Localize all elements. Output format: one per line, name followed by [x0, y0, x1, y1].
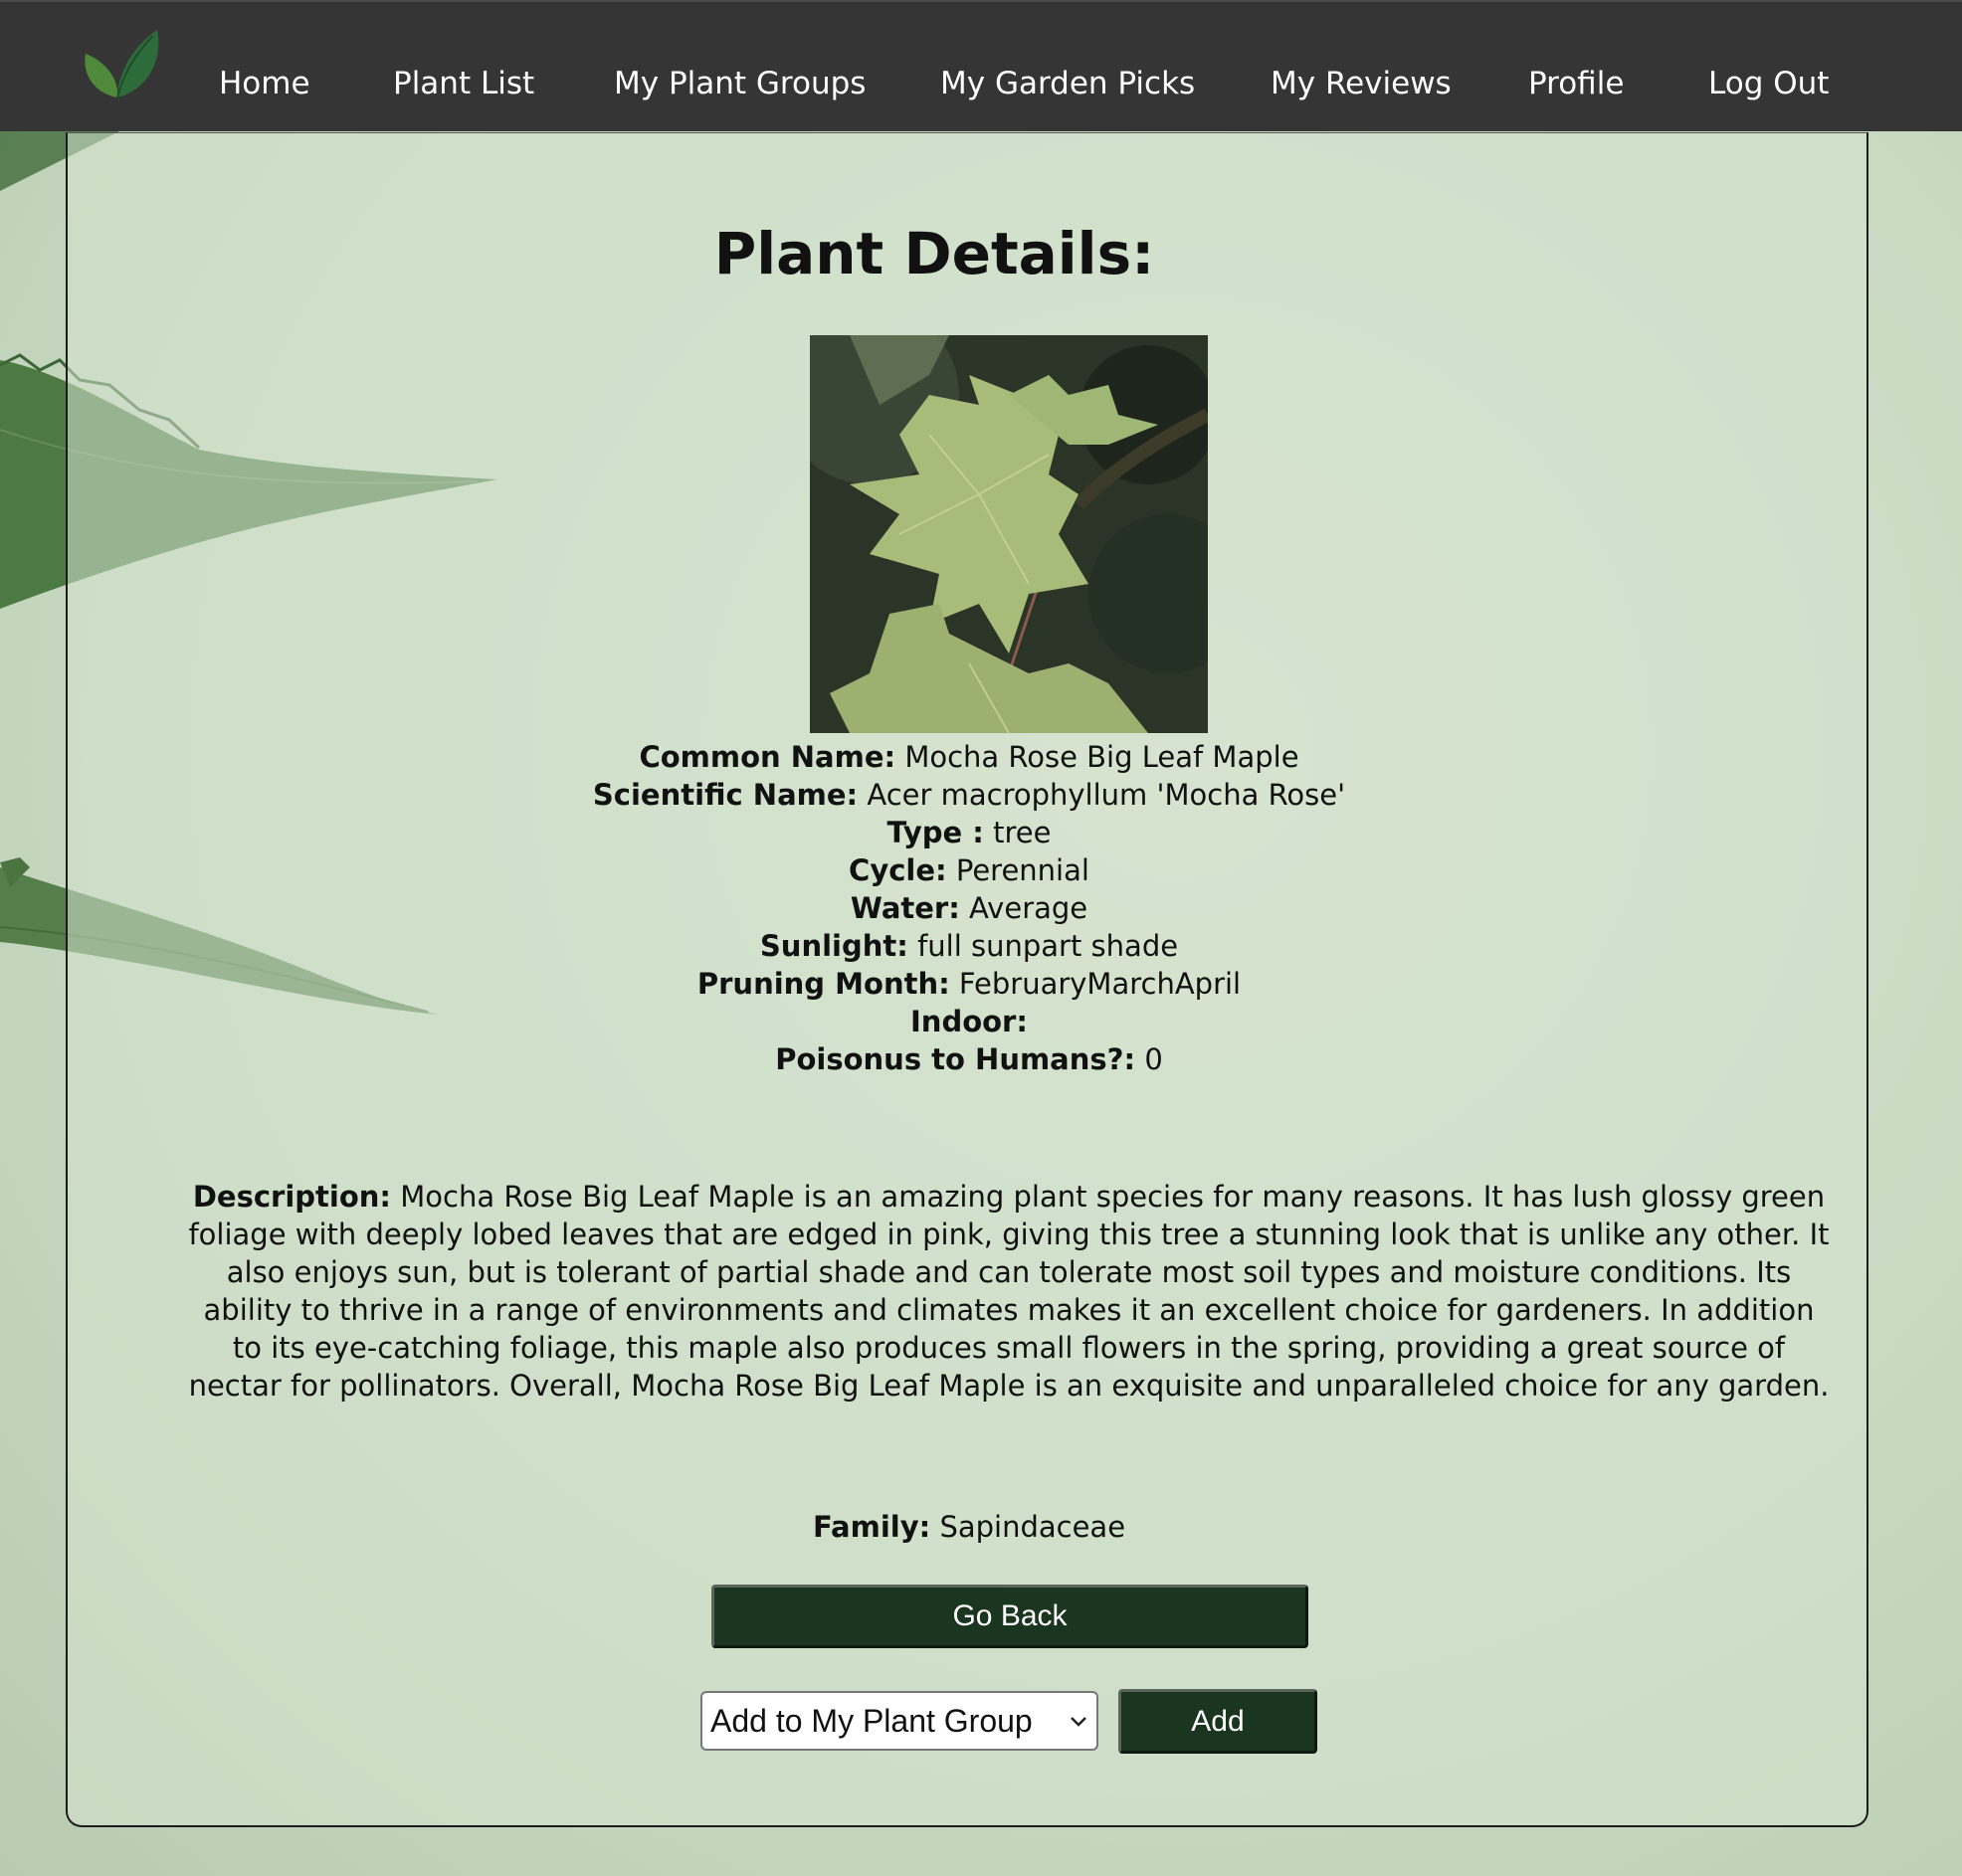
nav-plant-list[interactable]: Plant List	[393, 64, 534, 103]
go-back-button[interactable]: Go Back	[711, 1585, 1308, 1648]
plant-attributes: Common Name: Mocha Rose Big Leaf Maple S…	[68, 738, 1870, 1078]
description-label: Description:	[192, 1180, 392, 1214]
sunlight-label: Sunlight:	[759, 929, 908, 963]
sunlight-value: full sunpart shade	[917, 929, 1179, 963]
top-navbar: Home Plant List My Plant Groups My Garde…	[0, 0, 1962, 131]
add-button[interactable]: Add	[1118, 1689, 1317, 1754]
cycle-value: Perennial	[955, 853, 1089, 887]
page-title: Plant Details:	[713, 220, 1155, 287]
water-value: Average	[969, 891, 1088, 925]
plant-description: Description: Mocha Rose Big Leaf Maple i…	[185, 1178, 1833, 1405]
nav-profile[interactable]: Profile	[1528, 64, 1624, 103]
nav-home[interactable]: Home	[219, 64, 310, 103]
family-value: Sapindaceae	[939, 1510, 1126, 1544]
scientific-name-label: Scientific Name:	[592, 778, 859, 812]
plant-photo	[810, 335, 1208, 733]
plant-group-select-value: Add to My Plant Group	[710, 1703, 1033, 1739]
pruning-month-row: Pruning Month: FebruaryMarchApril	[68, 965, 1870, 1003]
family-row: Family: Sapindaceae	[68, 1508, 1870, 1546]
common-name-label: Common Name:	[639, 740, 896, 774]
chevron-down-icon	[1071, 1717, 1086, 1727]
leaf-icon[interactable]	[78, 24, 163, 101]
cycle-label: Cycle:	[849, 853, 947, 887]
poisonous-row: Poisonus to Humans?: 0	[68, 1040, 1870, 1078]
poisonous-label: Poisonus to Humans?:	[775, 1042, 1136, 1076]
scientific-name-value: Acer macrophyllum 'Mocha Rose'	[867, 778, 1346, 812]
nav-log-out[interactable]: Log Out	[1708, 64, 1829, 103]
cycle-row: Cycle: Perennial	[68, 851, 1870, 889]
water-label: Water:	[850, 891, 960, 925]
sunlight-row: Sunlight: full sunpart shade	[68, 927, 1870, 965]
family-label: Family:	[812, 1510, 931, 1544]
water-row: Water: Average	[68, 889, 1870, 927]
type-row: Type : tree	[68, 814, 1870, 851]
type-label: Type :	[886, 816, 984, 849]
poisonous-value: 0	[1144, 1042, 1163, 1076]
indoor-row: Indoor:	[68, 1003, 1870, 1040]
description-text: Mocha Rose Big Leaf Maple is an amazing …	[188, 1180, 1830, 1403]
plant-group-select[interactable]: Add to My Plant Group	[700, 1691, 1098, 1751]
indoor-label: Indoor:	[910, 1005, 1028, 1038]
nav-my-plant-groups[interactable]: My Plant Groups	[614, 64, 866, 103]
type-value: tree	[993, 816, 1052, 849]
nav-my-reviews[interactable]: My Reviews	[1271, 64, 1452, 103]
nav-my-garden-picks[interactable]: My Garden Picks	[940, 64, 1195, 103]
pruning-month-label: Pruning Month:	[696, 967, 950, 1001]
common-name-value: Mocha Rose Big Leaf Maple	[904, 740, 1299, 774]
pruning-month-value: FebruaryMarchApril	[958, 967, 1242, 1001]
plant-details-panel: Plant Details: Common Name: Mocha Rose B…	[66, 132, 1868, 1827]
scientific-name-row: Scientific Name: Acer macrophyllum 'Moch…	[68, 776, 1870, 814]
common-name-row: Common Name: Mocha Rose Big Leaf Maple	[68, 738, 1870, 776]
